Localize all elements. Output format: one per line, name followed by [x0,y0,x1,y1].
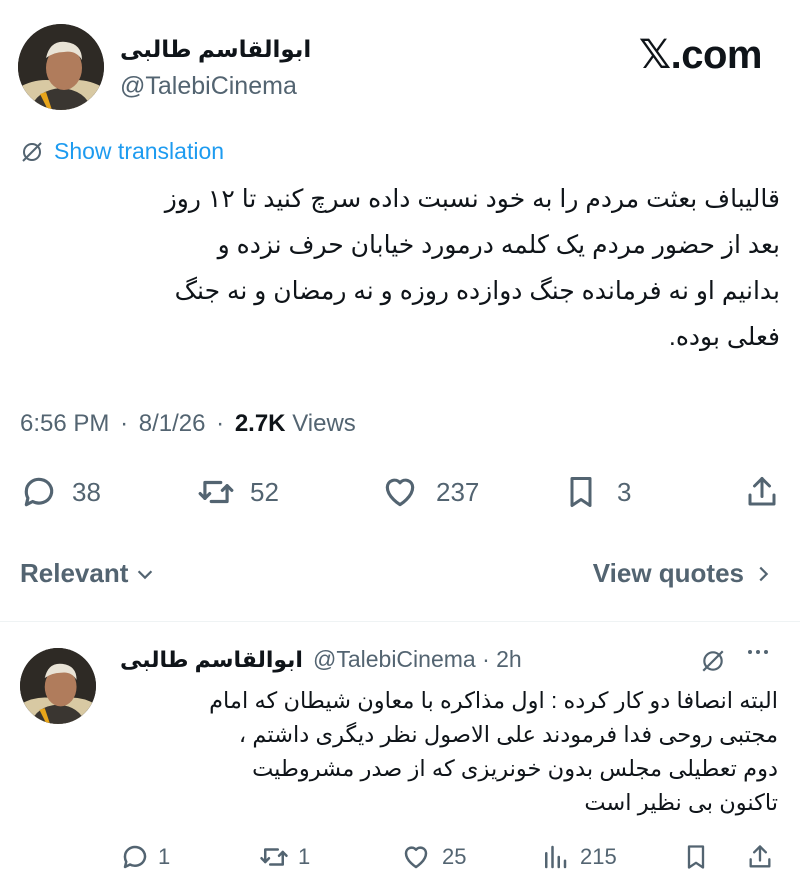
heart-icon [385,478,415,507]
avatar-photo [20,648,96,724]
relevant-dropdown[interactable]: Relevant [20,558,156,589]
bookmark-icon [687,845,705,869]
reply-views-count: 215 [580,844,617,869]
author-avatar[interactable] [18,24,104,110]
post-text: قالیباف بعثت مردم را به خود نسبت داده سر… [20,176,780,360]
chevron-right-icon [759,566,769,581]
share-button[interactable] [744,473,780,511]
translate-icon[interactable] [700,648,726,674]
show-translation-label: Show translation [54,138,225,164]
post-text-line: بدانیم او نه فرمانده جنگ دوازده روزه و ن… [174,277,780,305]
reply-author-name[interactable]: ابوالقاسم طالبی [120,647,303,673]
like-count: 237 [436,476,480,507]
views-label: Views [292,410,356,437]
reply-text: البته انصافا دو کار کرده : اول مذاکره با… [118,684,778,820]
repost-icon [260,848,288,866]
reply-button[interactable]: 38 [20,473,101,511]
reply-repost-count: 1 [298,844,311,869]
views-count: 2.7K [234,410,286,437]
post-text-line: فعلی بوده. [668,323,780,351]
reply-text-line: البته انصافا دو کار کرده : اول مذاکره با… [209,688,778,713]
share-icon [749,845,771,868]
reply-repost-button[interactable]: 1 [258,842,310,872]
author-name[interactable]: ابوالقاسم طالبی [120,36,320,63]
post-date[interactable]: 8/1/26 [139,410,206,437]
view-quotes-label: View quotes [592,558,744,588]
bookmark-icon [570,477,592,507]
author-handle[interactable]: @TalebiCinema [120,72,297,101]
more-icon[interactable] [748,650,768,654]
meta-dot: · [120,410,129,437]
translate-icon [22,141,42,162]
x-com-watermark: 𝕏.com [638,33,763,77]
share-icon [748,477,776,506]
avatar-photo [18,24,104,110]
reply-header: ابوالقاسم طالبی @TalebiCinema · 2h [120,646,522,673]
reply-count: 38 [72,476,101,507]
divider [0,621,800,622]
reply-like-count: 25 [442,844,467,869]
like-button[interactable]: 237 [380,473,479,511]
post-meta: 6:56 PM · 8/1/26 · 2.7K Views [20,410,356,438]
reply-text-line: دوم تعطیلی مجلس بدون خونریزی که از صدر م… [252,756,778,781]
meta-dot: · [216,410,225,437]
relevant-label: Relevant [20,558,129,588]
reply-icon [24,477,54,507]
repost-count: 52 [250,476,279,507]
reply-icon [123,845,147,869]
heart-icon [404,846,428,869]
reply-views-button[interactable]: 215 [540,842,617,872]
post-text-line: بعد از حضور مردم یک کلمه درمورد خیابان ح… [217,231,780,259]
post-time[interactable]: 6:56 PM [20,410,109,437]
reply-bookmark-button[interactable] [682,842,710,872]
repost-icon [198,480,234,504]
reply-handle-time[interactable]: @TalebiCinema · 2h [313,646,522,673]
bookmark-count: 3 [617,476,632,507]
reply-author-avatar[interactable] [20,648,96,724]
reply-share-button[interactable] [746,842,774,872]
reply-text-line: تاکنون بی نظیر است [584,790,778,815]
reply-reply-count: 1 [158,844,171,869]
bookmark-button[interactable]: 3 [563,473,631,511]
chevron-down-icon [138,569,153,579]
view-quotes-link[interactable]: View quotes [593,558,774,589]
reply-text-line: مجتبی روحی فدا فرمودند علی الاصول نظر دی… [238,722,778,747]
repost-button[interactable]: 52 [196,473,279,511]
post-text-line: قالیباف بعثت مردم را به خود نسبت داده سر… [164,185,780,213]
views-icon [545,845,567,869]
reply-like-button[interactable]: 25 [400,842,466,872]
reply-reply-button[interactable]: 1 [120,842,170,872]
show-translation-link[interactable]: Show translation [20,138,224,165]
